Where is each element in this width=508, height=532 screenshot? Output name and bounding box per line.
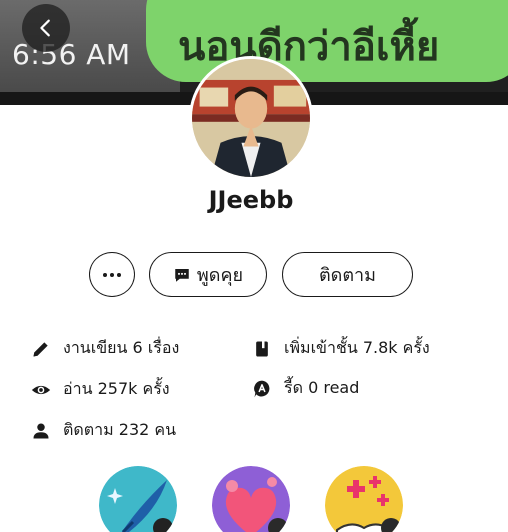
stat-read-count: รี้ด 0 read	[252, 376, 359, 401]
stat-reads-text: อ่าน 257k ครั้ง	[63, 379, 170, 398]
stat-reads: อ่าน 257k ครั้ง	[31, 377, 170, 402]
follow-button[interactable]: ติดตาม	[282, 252, 413, 297]
stat-read-count-text: รี้ด 0 read	[284, 378, 360, 397]
chat-bubble-icon	[175, 268, 189, 282]
stat-followers-text: ติดตาม 232 คน	[63, 420, 177, 439]
more-horizontal-icon	[103, 272, 121, 277]
stat-library-adds-text: เพิ่มเข้าชั้น 7.8k ครั้ง	[284, 338, 430, 357]
stat-works-text: งานเขียน 6 เรื่อง	[63, 338, 180, 357]
stat-works: งานเขียน 6 เรื่อง	[31, 336, 179, 361]
pencil-icon	[31, 339, 51, 359]
profile-username: JJeebb	[208, 186, 294, 214]
back-button[interactable]	[22, 4, 70, 52]
stat-followers: ติดตาม 232 คน	[31, 418, 176, 443]
profile-avatar[interactable]	[189, 56, 313, 180]
more-options-button[interactable]	[89, 252, 135, 297]
read-a-icon	[252, 379, 272, 399]
avatar-image	[192, 59, 310, 177]
book-badge-icon	[325, 466, 403, 532]
chat-button-label: พูดคุย	[196, 265, 244, 286]
follow-button-label: ติดตาม	[318, 265, 377, 286]
chevron-left-icon	[40, 19, 50, 37]
badge-hearts[interactable]	[212, 466, 290, 532]
stat-library-adds: เพิ่มเข้าชั้น 7.8k ครั้ง	[252, 336, 430, 361]
eye-icon	[31, 380, 51, 400]
book-icon	[252, 339, 272, 359]
heart-badge-icon	[212, 466, 290, 532]
person-icon	[31, 421, 51, 441]
quill-badge-icon	[99, 466, 177, 532]
badge-book[interactable]	[325, 466, 403, 532]
chat-button[interactable]: พูดคุย	[149, 252, 267, 297]
badge-writer[interactable]	[99, 466, 177, 532]
